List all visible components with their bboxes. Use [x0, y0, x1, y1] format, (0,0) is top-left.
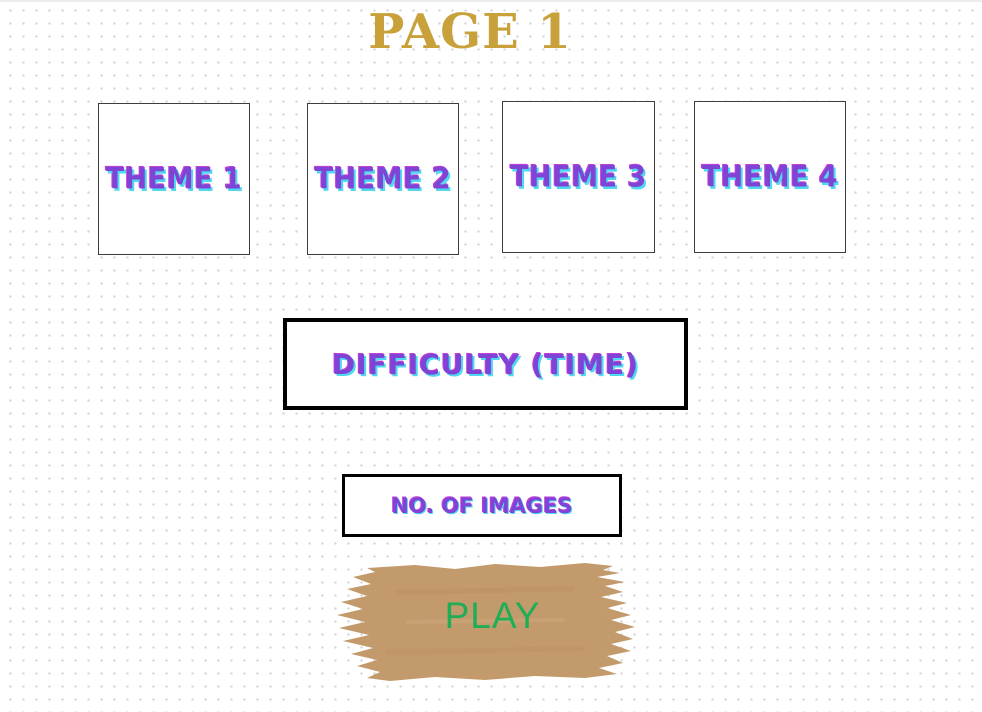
- theme-3-button[interactable]: THEME 3: [502, 101, 655, 253]
- theme-2-button[interactable]: THEME 2: [307, 103, 459, 255]
- theme-1-button[interactable]: THEME 1: [98, 103, 250, 255]
- page-title: PAGE 1: [368, 4, 572, 60]
- number-of-images-label: NO. OF IMAGES: [391, 493, 573, 518]
- difficulty-label: DIFFICULTY (TIME): [331, 347, 640, 381]
- theme-1-label: THEME 1: [105, 162, 243, 196]
- play-label: PLAY: [444, 595, 541, 636]
- theme-4-label: THEME 4: [701, 160, 839, 194]
- theme-3-label: THEME 3: [510, 160, 647, 194]
- play-button[interactable]: PLAY: [335, 560, 640, 685]
- number-of-images-button[interactable]: NO. OF IMAGES: [342, 474, 622, 537]
- theme-2-label: THEME 2: [314, 162, 452, 196]
- theme-4-button[interactable]: THEME 4: [694, 101, 846, 253]
- difficulty-button[interactable]: DIFFICULTY (TIME): [283, 318, 688, 410]
